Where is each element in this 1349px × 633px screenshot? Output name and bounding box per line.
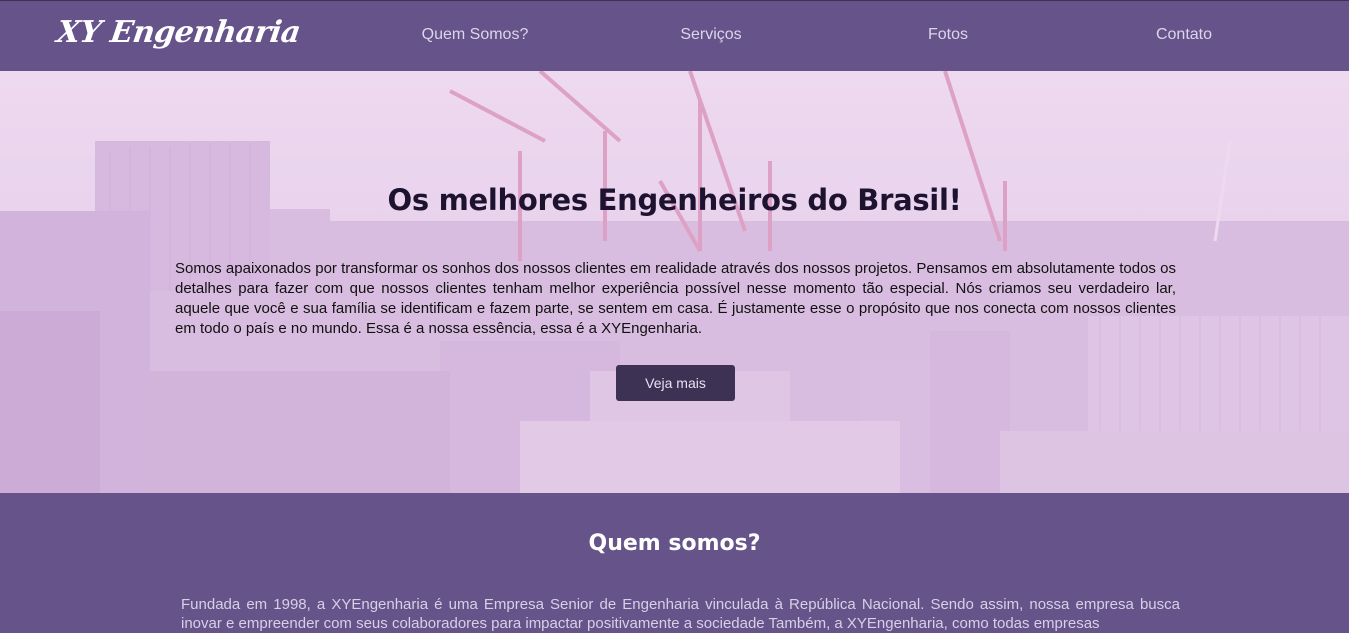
hero-title: Os melhores Engenheiros do Brasil!	[387, 183, 962, 217]
nav-link-contato[interactable]: Contato	[1156, 26, 1212, 44]
nav-link-quem-somos[interactable]: Quem Somos?	[422, 26, 529, 44]
navbar: XY Engenharia Quem Somos? Serviços Fotos…	[0, 0, 1349, 71]
hero-section: Os melhores Engenheiros do Brasil! Somos…	[0, 71, 1349, 493]
about-section: Quem somos? Fundada em 1998, a XYEngenha…	[0, 493, 1349, 632]
nav-link-fotos[interactable]: Fotos	[928, 26, 968, 44]
about-title: Quem somos?	[588, 531, 761, 556]
nav-link-servicos[interactable]: Serviços	[680, 26, 741, 44]
about-description: Fundada em 1998, a XYEngenharia é uma Em…	[181, 596, 1180, 632]
brand-logo[interactable]: XY Engenharia	[55, 15, 303, 50]
veja-mais-button[interactable]: Veja mais	[616, 365, 735, 401]
hero-description: Somos apaixonados por transformar os son…	[175, 260, 1176, 337]
